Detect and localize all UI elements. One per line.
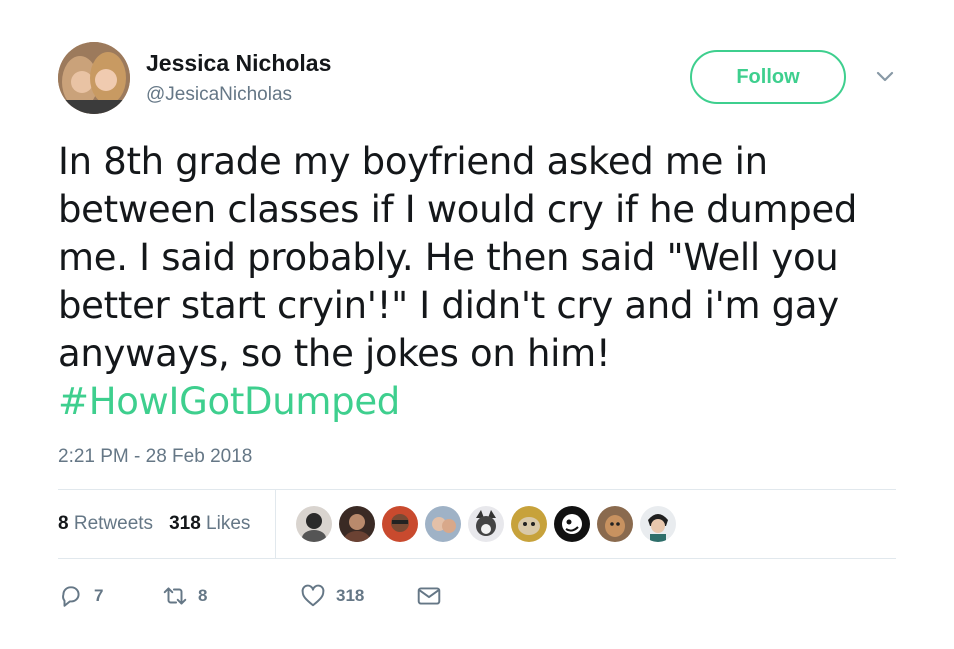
likes-count: 318 [169,513,201,534]
tweet-body: In 8th grade my boyfriend asked me in be… [58,140,869,375]
author-display-name[interactable]: Jessica Nicholas [146,50,331,77]
liker-avatar[interactable] [511,506,547,542]
retweet-icon [163,587,187,605]
retweet-count: 8 [198,586,208,605]
reply-icon [62,586,80,607]
hashtag-link[interactable]: #HowIGotDumped [58,380,400,423]
tweet-actions: 7 8 318 [58,580,442,612]
stats-divider [275,490,276,558]
chevron-down-icon[interactable] [874,66,896,88]
retweets-stat[interactable]: 8 Retweets [58,513,153,535]
heart-icon [301,584,325,607]
author-avatar[interactable] [58,42,130,114]
reply-button[interactable]: 7 [58,583,162,609]
avatar-photo-icon [58,42,130,114]
direct-message-button[interactable] [416,583,442,609]
like-button[interactable]: 318 [300,583,416,609]
likes-stat[interactable]: 318 Likes [169,513,250,535]
liker-avatar[interactable] [554,506,590,542]
liker-avatar[interactable] [468,506,504,542]
tweet-stats: 8 Retweets 318 Likes [58,490,276,558]
liker-avatar[interactable] [597,506,633,542]
retweet-button[interactable]: 8 [162,583,300,609]
tweet-text: In 8th grade my boyfriend asked me in be… [58,138,888,426]
liker-avatar[interactable] [640,506,676,542]
liker-avatar[interactable] [382,506,418,542]
like-count: 318 [336,586,365,605]
divider [58,558,896,559]
likes-label: Likes [206,513,251,534]
envelope-icon [417,587,441,605]
liker-avatar[interactable] [339,506,375,542]
liker-avatar[interactable] [296,506,332,542]
retweets-label: Retweets [73,513,154,534]
author-handle[interactable]: @JesicaNicholas [146,84,292,106]
follow-button[interactable]: Follow [690,50,846,104]
liker-avatars [296,506,683,542]
tweet-timestamp[interactable]: 2:21 PM - 28 Feb 2018 [58,446,252,468]
reply-count: 7 [94,586,104,605]
retweets-count: 8 [58,513,69,534]
liker-avatar[interactable] [425,506,461,542]
